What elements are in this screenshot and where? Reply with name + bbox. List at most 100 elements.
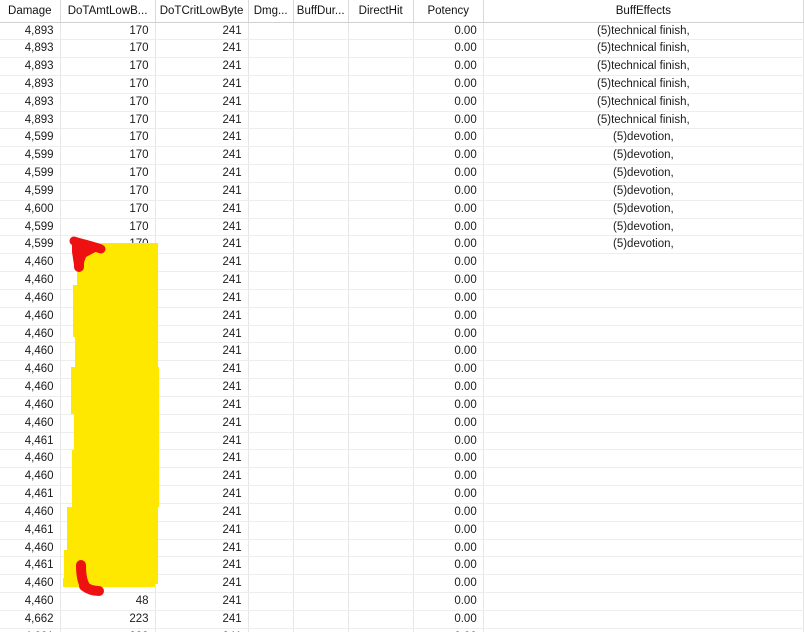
cell-damage[interactable]: 4,893: [0, 57, 61, 76]
cell-dotamt[interactable]: 170: [60, 218, 156, 237]
cell-dotamt[interactable]: 170: [60, 182, 156, 201]
cell-directhit[interactable]: [348, 414, 414, 433]
cell-damage[interactable]: 4,461: [0, 485, 61, 504]
cell-dmg[interactable]: [248, 93, 294, 112]
cell-damage[interactable]: 4,893: [0, 39, 61, 59]
cell-dotcrit[interactable]: 241: [155, 414, 249, 433]
cell-dmg[interactable]: [248, 289, 294, 308]
cell-directhit[interactable]: [348, 128, 414, 148]
cell-buffeff[interactable]: (5)devotion,: [483, 182, 804, 201]
cell-buffdur[interactable]: [293, 378, 349, 397]
cell-buffdur[interactable]: [293, 93, 349, 112]
cell-buffdur[interactable]: [293, 128, 349, 148]
cell-buffeff[interactable]: [483, 574, 804, 593]
data-grid[interactable]: Damage DoTAmtLowB... DoTCritLowByte Dmg... B…: [0, 0, 804, 632]
cell-damage[interactable]: 4,460: [0, 378, 61, 397]
cell-dotcrit[interactable]: 241: [155, 556, 249, 576]
table-row[interactable]: 4,893 170 241 0.00 (5)technical finish,: [0, 22, 804, 41]
table-row[interactable]: 4,661223241 0.00: [0, 628, 804, 632]
cell-dmg[interactable]: [248, 574, 294, 593]
cell-dotcrit[interactable]: 241: [155, 218, 249, 237]
cell-directhit[interactable]: [348, 253, 414, 273]
cell-dotamt[interactable]: 223: [60, 628, 156, 632]
cell-damage[interactable]: 4,460: [0, 396, 61, 415]
cell-damage[interactable]: 4,460: [0, 307, 61, 326]
cell-buffdur[interactable]: [293, 521, 349, 540]
table-row[interactable]: 4,460 48 241 0.00: [0, 342, 804, 362]
cell-dmg[interactable]: [248, 485, 294, 504]
cell-buffdur[interactable]: [293, 146, 349, 166]
table-row[interactable]: 4,599 170 241 0.00 (5)devotion,: [0, 164, 804, 183]
cell-dmg[interactable]: [248, 253, 294, 273]
cell-buffdur[interactable]: [293, 289, 349, 308]
cell-dotamt[interactable]: 48: [60, 539, 156, 558]
cell-directhit[interactable]: [348, 378, 414, 397]
cell-dotcrit[interactable]: 241: [155, 57, 249, 76]
table-row[interactable]: 4,599 170 241 0.00 (5)devotion,: [0, 182, 804, 201]
cell-buffdur[interactable]: [293, 57, 349, 76]
cell-dotcrit[interactable]: 241: [155, 503, 249, 522]
cell-dotcrit[interactable]: 241: [155, 271, 249, 290]
cell-dotamt[interactable]: 48: [60, 253, 156, 273]
cell-buffeff[interactable]: [483, 521, 804, 540]
cell-dotcrit[interactable]: 241: [155, 396, 249, 415]
cell-directhit[interactable]: [348, 111, 414, 130]
grid-body[interactable]: 4,893 170 241 0.00 (5)technical finish, 4,893…: [0, 22, 804, 632]
cell-dmg[interactable]: [248, 342, 294, 362]
cell-buffeff[interactable]: [483, 253, 804, 273]
cell-dmg[interactable]: [248, 539, 294, 558]
cell-potency[interactable]: 0.00: [413, 485, 484, 504]
cell-dotcrit[interactable]: 241: [155, 22, 249, 41]
cell-damage[interactable]: 4,461: [0, 432, 61, 451]
cell-potency[interactable]: 0.00: [413, 182, 484, 201]
cell-damage[interactable]: 4,460: [0, 414, 61, 433]
cell-buffeff[interactable]: [483, 414, 804, 433]
table-row[interactable]: 4,460 48 241 0.00: [0, 307, 804, 326]
cell-buffdur[interactable]: [293, 218, 349, 237]
cell-dmg[interactable]: [248, 396, 294, 415]
data-grid-container[interactable]: Damage DoTAmtLowB... DoTCritLowByte Dmg... B…: [0, 0, 804, 632]
table-row[interactable]: 4,893 170 241 0.00 (5)technical finish,: [0, 39, 804, 59]
cell-dmg[interactable]: [248, 75, 294, 94]
cell-directhit[interactable]: [348, 325, 414, 344]
cell-directhit[interactable]: [348, 307, 414, 326]
cell-potency[interactable]: 0.00: [413, 218, 484, 237]
cell-buffeff[interactable]: (5)devotion,: [483, 235, 804, 255]
cell-buffdur[interactable]: [293, 467, 349, 487]
cell-directhit[interactable]: [348, 503, 414, 522]
cell-potency[interactable]: 0.00: [413, 414, 484, 433]
table-row[interactable]: 4,599 170 241 0.00 (5)devotion,: [0, 218, 804, 237]
cell-potency[interactable]: 0.00: [413, 146, 484, 166]
cell-buffeff[interactable]: [483, 485, 804, 504]
table-row[interactable]: 4,461 48 241 0.00: [0, 485, 804, 504]
cell-dmg[interactable]: [248, 307, 294, 326]
cell-directhit[interactable]: [348, 39, 414, 59]
cell-buffdur[interactable]: [293, 307, 349, 326]
cell-potency[interactable]: 0.00: [413, 592, 484, 611]
cell-buffeff[interactable]: (5)devotion,: [483, 200, 804, 219]
cell-directhit[interactable]: [348, 182, 414, 201]
cell-potency[interactable]: 0.00: [413, 449, 484, 469]
table-row[interactable]: 4,461 48 241 0.00: [0, 432, 804, 451]
cell-dotcrit[interactable]: 241: [155, 539, 249, 558]
cell-potency[interactable]: 0.00: [413, 342, 484, 362]
table-row[interactable]: 4,460 48 241 0.00: [0, 271, 804, 290]
cell-dotcrit[interactable]: 241: [155, 182, 249, 201]
cell-damage[interactable]: 4,893: [0, 22, 61, 41]
cell-dmg[interactable]: [248, 325, 294, 344]
cell-directhit[interactable]: [348, 592, 414, 611]
cell-directhit[interactable]: [348, 164, 414, 183]
cell-buffeff[interactable]: (5)devotion,: [483, 164, 804, 183]
cell-directhit[interactable]: [348, 360, 414, 380]
cell-dotcrit[interactable]: 241: [155, 467, 249, 487]
column-header-buffeff[interactable]: BuffEffects: [483, 0, 804, 23]
cell-damage[interactable]: 4,662: [0, 610, 61, 629]
cell-dmg[interactable]: [248, 610, 294, 629]
table-row[interactable]: 4,460 48 241 0.00: [0, 467, 804, 487]
cell-damage[interactable]: 4,599: [0, 146, 61, 166]
cell-buffeff[interactable]: [483, 289, 804, 308]
cell-dmg[interactable]: [248, 57, 294, 76]
cell-dotcrit[interactable]: 241: [155, 592, 249, 611]
cell-dotamt[interactable]: 48: [60, 503, 156, 522]
cell-buffeff[interactable]: [483, 325, 804, 344]
